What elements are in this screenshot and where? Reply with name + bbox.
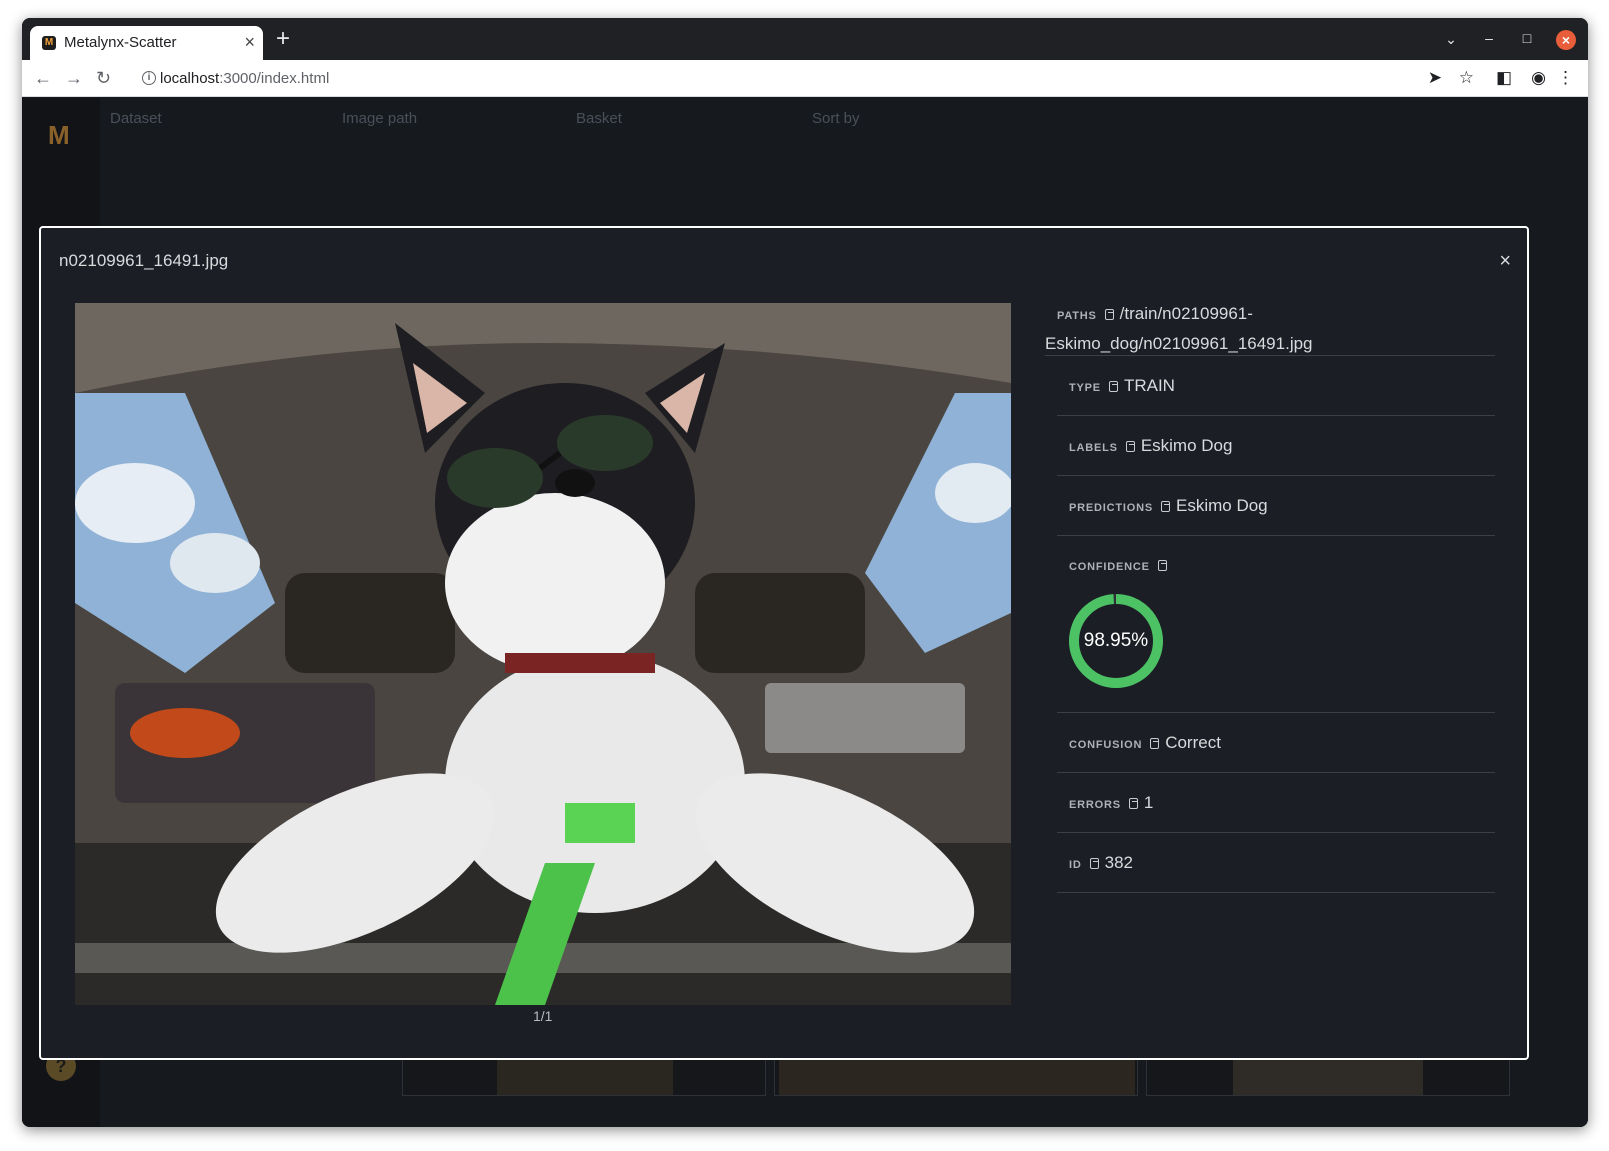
app-logo: M [48,120,70,150]
copy-icon[interactable] [1125,441,1135,452]
browser-window: M Metalynx-Scatter × + ⌄ – □ × ← → ↻ i l… [22,18,1588,1127]
window-close-icon[interactable]: × [1556,30,1576,50]
copy-icon[interactable] [1150,738,1160,749]
field-errors: ERRORS 1 [1057,773,1495,833]
metadata-panel: PATHS/train/n02109961- Eskimo_dog/n02109… [1045,298,1495,893]
image-pager: 1/1 [533,1008,553,1024]
minimize-icon[interactable]: – [1478,28,1500,48]
url-path: :3000/index.html [219,70,330,87]
field-value-predictions: Eskimo Dog [1175,496,1268,515]
modal-title: n02109961_16491.jpg [59,251,229,270]
copy-icon[interactable] [1108,381,1118,392]
field-label-paths: PATHS [1057,310,1097,322]
field-value-labels: Eskimo Dog [1140,436,1233,455]
back-arrow-icon[interactable]: ← [34,66,52,90]
nav-image-path[interactable]: Image path [342,110,417,127]
reload-icon[interactable]: ↻ [96,66,111,90]
field-label-labels: LABELS [1069,442,1118,454]
confidence-value: 98.95% [1083,630,1149,651]
field-value-errors: 1 [1143,793,1154,812]
modal-close-icon[interactable]: × [1499,250,1511,272]
field-label-confusion: CONFUSION [1069,739,1143,751]
profile-avatar-icon[interactable]: ◉ [1531,66,1546,90]
url-text: localhost:3000/index.html [160,70,329,87]
app-background: M Dataset Image path Basket Sort by ? n0… [22,98,1588,1127]
maximize-icon[interactable]: □ [1516,28,1538,48]
copy-icon[interactable] [1104,309,1114,320]
tab-search-chevron-icon[interactable]: ⌄ [1440,29,1462,49]
field-label-errors: ERRORS [1069,799,1121,811]
field-labels: LABELS Eskimo Dog [1057,416,1495,476]
field-label-predictions: PREDICTIONS [1069,502,1153,514]
field-value-type: TRAIN [1123,376,1175,395]
new-tab-icon[interactable]: + [276,27,290,51]
field-value-paths-line2: Eskimo_dog/n02109961_16491.jpg [1045,334,1313,353]
copy-icon[interactable] [1157,560,1167,571]
forward-arrow-icon[interactable]: → [65,66,83,90]
field-label-type: TYPE [1069,382,1101,394]
copy-icon[interactable] [1089,858,1099,869]
field-predictions: PREDICTIONS Eskimo Dog [1057,476,1495,536]
field-paths: PATHS/train/n02109961- Eskimo_dog/n02109… [1045,298,1495,356]
tab-title: Metalynx-Scatter [64,34,177,51]
field-confusion: CONFUSION Correct [1057,713,1495,773]
nav-basket[interactable]: Basket [576,110,622,127]
send-icon[interactable]: ➤ [1428,66,1442,90]
app-favicon-icon: M [42,36,56,50]
browser-toolbar: ← → ↻ i localhost:3000/index.html ➤ ☆ ◧ … [22,60,1588,97]
bookmark-star-icon[interactable]: ☆ [1459,66,1474,90]
copy-icon[interactable] [1128,798,1138,809]
nav-sort-by[interactable]: Sort by [812,110,860,127]
tab-close-icon[interactable]: × [244,31,255,53]
site-info-icon[interactable]: i [142,71,156,85]
field-label-confidence: CONFIDENCE [1069,561,1150,573]
menu-kebab-icon[interactable]: ⋮ [1557,66,1574,90]
dog-photo [75,303,1011,1005]
nav-dataset[interactable]: Dataset [110,110,162,127]
field-value-confusion: Correct [1165,733,1221,752]
field-id: ID 382 [1057,833,1495,893]
browser-tab[interactable]: M Metalynx-Scatter × [30,26,263,60]
field-confidence: CONFIDENCE 98.95% [1057,536,1495,713]
field-value-paths-line1: /train/n02109961- [1119,304,1253,323]
copy-icon[interactable] [1160,501,1170,512]
address-bar[interactable]: i localhost:3000/index.html [132,64,1422,94]
url-host: localhost [160,70,220,87]
title-bar: M Metalynx-Scatter × + ⌄ – □ × [22,18,1588,60]
field-value-id: 382 [1104,853,1133,872]
image-detail-modal: n02109961_16491.jpg × 1/1 PATHS /train/n… [39,226,1529,1060]
field-type: TYPE TRAIN [1057,356,1495,416]
field-label-id: ID [1069,859,1082,871]
side-panel-icon[interactable]: ◧ [1496,66,1512,90]
